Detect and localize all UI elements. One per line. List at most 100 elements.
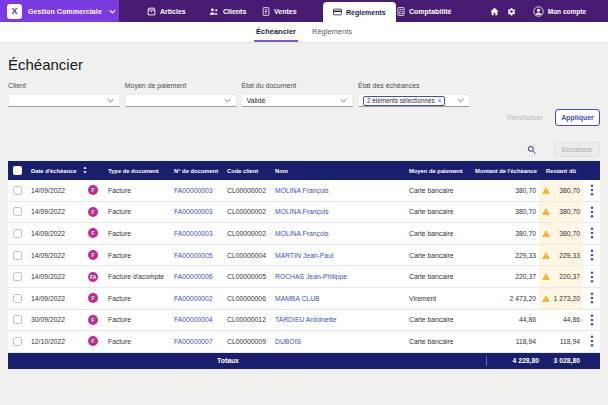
nav-item-clients[interactable]: Clients xyxy=(209,0,246,22)
document-type-badge: FA xyxy=(88,272,98,282)
totals-montant: 4 228,80 xyxy=(482,357,539,364)
row-date: 14/09/2022 xyxy=(26,208,85,215)
row-restant-cell: 118,94 xyxy=(539,331,583,352)
row-checkbox[interactable] xyxy=(8,186,26,195)
row-checkbox[interactable] xyxy=(8,337,26,346)
subtab-chancier[interactable]: Échéancier xyxy=(254,22,298,42)
row-client-link[interactable]: MOLINA François xyxy=(273,187,407,194)
row-actions-menu[interactable] xyxy=(583,335,600,347)
row-restant-cell: 220,37 xyxy=(539,266,583,287)
row-actions-menu[interactable] xyxy=(583,292,600,304)
row-document-link[interactable]: FA00000004 xyxy=(172,316,225,323)
nav-item-ventes[interactable]: Ventes xyxy=(262,0,297,22)
nav-item-rglements[interactable]: Règlements xyxy=(323,2,396,22)
row-badge-cell: F xyxy=(85,185,106,195)
row-checkbox[interactable] xyxy=(8,272,26,281)
row-document-link[interactable]: FA00000003 xyxy=(172,230,225,237)
row-type: Facture xyxy=(106,295,172,302)
nav-item-label: Clients xyxy=(223,8,246,15)
row-client-link[interactable]: MOLINA François xyxy=(273,208,407,215)
row-type: Facture d'acompte xyxy=(106,273,172,280)
row-actions-menu[interactable] xyxy=(583,227,600,239)
row-document-link[interactable]: FA00000003 xyxy=(172,187,225,194)
row-checkbox[interactable] xyxy=(8,251,26,260)
row-code: CL00000002 xyxy=(225,230,273,237)
row-moyen: Virement xyxy=(407,295,482,302)
row-montant: 380,70 xyxy=(482,208,539,215)
row-actions-menu[interactable] xyxy=(583,184,600,196)
table-header-row: Date d'échéance Type de documentN° de doc… xyxy=(8,161,600,180)
filter-select[interactable] xyxy=(8,94,120,107)
row-montant: 229,33 xyxy=(482,252,539,259)
row-client-link[interactable]: ROCHAS Jean-Philippe xyxy=(273,273,407,280)
filter-select[interactable]: Validé xyxy=(241,94,353,107)
row-client-link[interactable]: DUBOIS xyxy=(273,338,407,345)
row-restant: 1 273,20 xyxy=(554,295,580,302)
nav-item-label: Articles xyxy=(160,8,186,15)
row-checkbox[interactable] xyxy=(8,229,26,238)
user-account-icon[interactable] xyxy=(533,6,544,17)
apply-button[interactable]: Appliquer xyxy=(555,109,600,126)
search-icon[interactable] xyxy=(527,145,536,154)
gear-icon[interactable] xyxy=(507,7,516,16)
subtab-rglements[interactable]: Règlements xyxy=(310,22,354,42)
col-header-code[interactable]: Code client xyxy=(225,168,273,174)
row-date: 14/09/2022 xyxy=(26,230,85,237)
reset-button[interactable]: Réinitialiser xyxy=(507,114,543,121)
top-navigation-bar: X Gestion Commerciale Articles Clients Ven… xyxy=(0,0,608,22)
collect-button[interactable]: Encaisser xyxy=(554,142,600,157)
row-document-link[interactable]: FA00000003 xyxy=(172,208,225,215)
nav-item-articles[interactable]: Articles xyxy=(147,0,186,22)
warning-icon xyxy=(542,208,550,215)
row-montant: 118,94 xyxy=(482,338,539,345)
row-badge-cell: FA xyxy=(85,272,106,282)
row-moyen: Carte bancaire xyxy=(407,230,482,237)
filter-value: 2 éléments sélectionnés× xyxy=(363,96,457,106)
row-moyen: Carte bancaire xyxy=(407,316,482,323)
filter-select[interactable] xyxy=(125,94,237,107)
row-code: CL00000002 xyxy=(225,208,273,215)
totals-label: Totaux xyxy=(8,357,448,364)
row-actions-menu[interactable] xyxy=(583,314,600,326)
row-checkbox[interactable] xyxy=(8,315,26,324)
col-header-type[interactable]: Type de document xyxy=(106,168,172,174)
row-document-link[interactable]: FA00000002 xyxy=(172,295,225,302)
row-client-link[interactable]: MARTIN Jean-Paul xyxy=(273,252,407,259)
row-restant-cell: 1 273,20 xyxy=(539,288,583,309)
row-actions-menu[interactable] xyxy=(583,249,600,261)
row-montant: 380,70 xyxy=(482,230,539,237)
row-client-link[interactable]: MOLINA François xyxy=(273,230,407,237)
row-document-link[interactable]: FA00000005 xyxy=(172,252,225,259)
row-montant: 44,86 xyxy=(482,316,539,323)
selected-chip[interactable]: 2 éléments sélectionnés× xyxy=(363,96,445,106)
row-actions-menu[interactable] xyxy=(583,271,600,283)
row-date: 14/09/2022 xyxy=(26,295,85,302)
col-header-restant[interactable]: Restant dû xyxy=(539,168,583,174)
home-icon[interactable] xyxy=(490,7,499,16)
warning-icon xyxy=(542,230,550,237)
document-type-badge: F xyxy=(88,315,98,325)
row-badge-cell: F xyxy=(85,315,106,325)
row-checkbox[interactable] xyxy=(8,207,26,216)
app-brand[interactable]: X Gestion Commerciale xyxy=(0,0,119,22)
row-document-link[interactable]: FA00000007 xyxy=(172,338,225,345)
chevron-down-icon xyxy=(457,98,464,103)
row-client-link[interactable]: MAMBA CLUB xyxy=(273,295,407,302)
filter-select[interactable]: 2 éléments sélectionnés× xyxy=(358,94,470,107)
col-header-doc[interactable]: N° de document xyxy=(172,168,225,174)
chip-close-icon[interactable]: × xyxy=(438,97,442,104)
row-checkbox[interactable] xyxy=(8,294,26,303)
chevron-down-icon xyxy=(107,98,114,103)
col-header-montant[interactable]: Montant de l'échéance xyxy=(407,168,539,174)
row-restant: 380,70 xyxy=(559,187,580,194)
nav-item-comptabilit[interactable]: Comptabilité xyxy=(397,0,451,22)
select-all-checkbox[interactable] xyxy=(8,166,26,175)
row-restant: 229,33 xyxy=(559,252,580,259)
col-header-date[interactable]: Date d'échéance xyxy=(26,166,85,175)
account-label[interactable]: Mon compte xyxy=(548,8,586,15)
col-header-nom[interactable]: Nom xyxy=(273,168,407,174)
row-client-link[interactable]: TARDIEU Antoinette xyxy=(273,316,407,323)
sort-icon[interactable] xyxy=(82,166,88,175)
row-actions-menu[interactable] xyxy=(583,206,600,218)
row-document-link[interactable]: FA00000006 xyxy=(172,273,225,280)
